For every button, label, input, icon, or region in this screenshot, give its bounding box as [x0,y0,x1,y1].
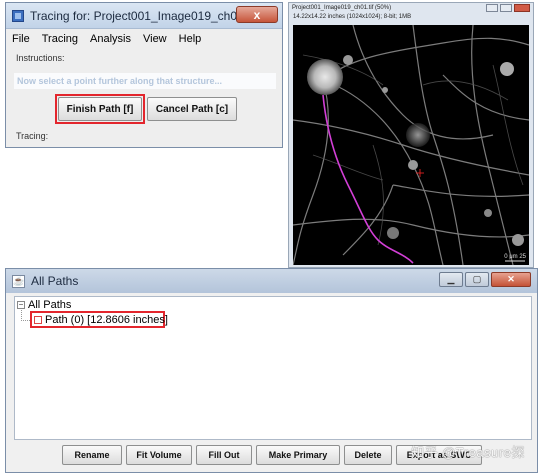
tracing-titlebar[interactable]: Tracing for: Project001_Image019_ch01 x [6,3,282,29]
menu-file[interactable]: File [12,33,30,45]
tracing-window-title: Tracing for: Project001_Image019_ch01 [30,8,244,23]
maximize-button[interactable] [500,4,512,12]
soma-main [307,59,343,95]
all-paths-window: ☕ All Paths ▁ ▢ ✕ − All Paths Path (0) [… [5,268,538,473]
all-paths-titlebar[interactable]: ☕ All Paths ▁ ▢ ✕ [6,269,537,293]
minimize-button[interactable]: ▁ [439,272,463,287]
tree-connector [21,310,30,321]
minimize-icon: ▁ [447,274,455,284]
watermark: 知乎 @Treasure探 [411,445,525,460]
paths-tree: − All Paths Path (0) [12.8606 inches] [14,296,532,440]
tree-root-label: All Paths [28,299,72,311]
image-titlebar[interactable]: Project001_Image019_ch01.tif (50%) [289,3,533,13]
image-info: 14.22x14.22 inches (1024x1024); 8-bit; 1… [293,14,412,20]
fit-volume-button[interactable]: Fit Volume [126,445,192,465]
minimize-button[interactable] [486,4,498,12]
image-window: Project001_Image019_ch01.tif (50%) 14.22… [288,2,534,268]
close-icon: x [253,7,261,22]
close-icon: ✕ [507,274,515,284]
collapse-icon[interactable]: − [17,301,25,309]
all-paths-window-controls: ▁ ▢ ✕ [439,272,531,287]
rename-button[interactable]: Rename [62,445,122,465]
maximize-icon: ▢ [472,274,482,284]
tracing-label: Tracing: [16,131,49,141]
window-controls [486,4,530,12]
close-button[interactable]: x [236,6,278,23]
delete-button[interactable]: Delete [344,445,392,465]
path-item[interactable]: Path (0) [12.8606 inches] [34,314,168,326]
instructions-label: Instructions: [16,53,65,63]
fill-out-button[interactable]: Fill Out [196,445,252,465]
cancel-path-button[interactable]: Cancel Path [c] [147,97,237,121]
image-window-title: Project001_Image019_ch01.tif (50%) [292,5,392,11]
tracing-window: Tracing for: Project001_Image019_ch01 x … [5,2,283,148]
all-paths-title: All Paths [31,274,79,288]
java-icon: ☕ [12,274,25,288]
image-close-button[interactable] [514,4,530,12]
menu-analysis[interactable]: Analysis [90,33,131,45]
scale-bar-label: 0 μm 25 [504,254,526,260]
traced-path [322,94,414,264]
app-icon [12,9,24,22]
neuron-image [293,25,529,265]
instruction-text: Now select a point further along that st… [14,73,276,89]
all-paths-close-button[interactable]: ✕ [491,272,531,287]
maximize-button[interactable]: ▢ [465,272,489,287]
finish-path-button[interactable]: Finish Path [f] [58,97,142,121]
image-canvas[interactable]: 0 μm 25 [293,25,529,265]
menu-view[interactable]: View [143,33,167,45]
menu-help[interactable]: Help [179,33,202,45]
crosshair-cursor [416,169,424,177]
make-primary-button[interactable]: Make Primary [256,445,340,465]
menu-tracing[interactable]: Tracing [42,33,78,45]
menu-bar: File Tracing Analysis View Help [6,29,282,49]
path-checkbox[interactable] [34,316,42,324]
path-item-label: Path (0) [12.8606 inches] [45,314,168,326]
